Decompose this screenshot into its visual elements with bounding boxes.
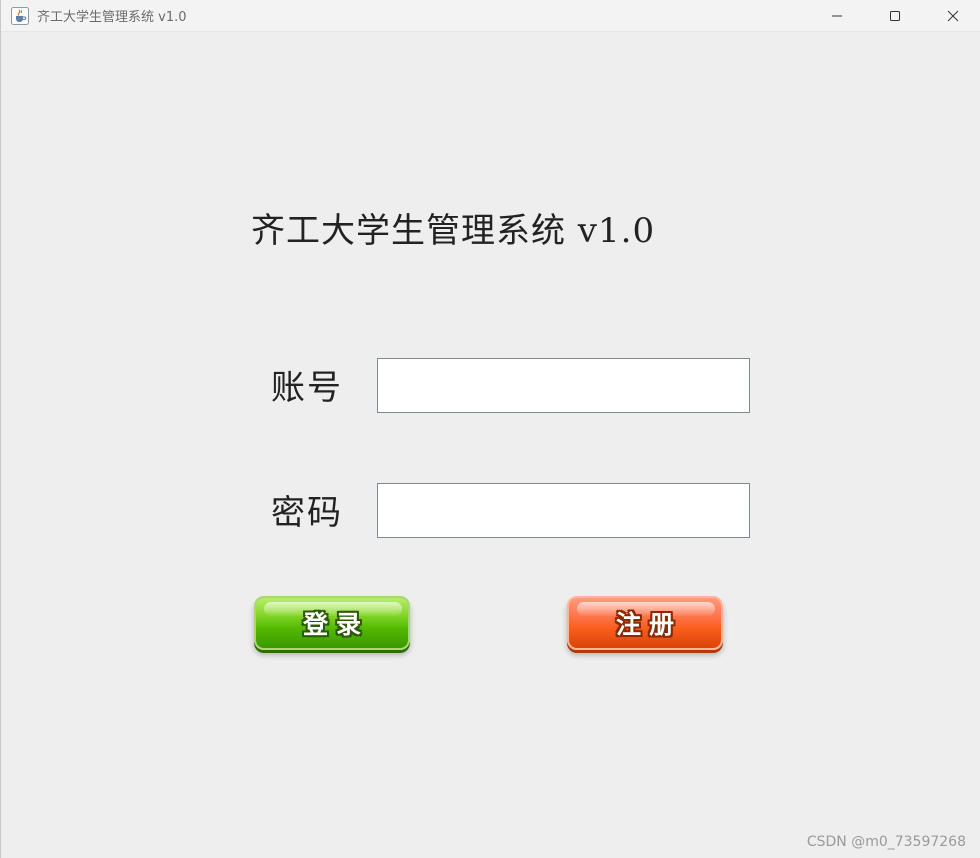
app-window: 齐工大学生管理系统 v1.0 齐工大学生管理系统 v1.0 账号 密码 登录 注… — [0, 0, 980, 858]
minimize-button[interactable] — [808, 0, 866, 31]
java-cup-icon — [11, 7, 29, 25]
page-title: 齐工大学生管理系统 v1.0 — [251, 211, 656, 251]
maximize-icon — [889, 10, 901, 22]
register-button-label: 注册 — [615, 610, 682, 639]
close-icon — [947, 10, 959, 22]
close-button[interactable] — [924, 0, 980, 31]
maximize-button[interactable] — [866, 0, 924, 31]
window-title: 齐工大学生管理系统 v1.0 — [37, 10, 187, 25]
account-label: 账号 — [271, 368, 343, 408]
register-button[interactable]: 注册 — [567, 596, 723, 650]
title-bar[interactable]: 齐工大学生管理系统 v1.0 — [1, 0, 980, 32]
login-button[interactable]: 登录 — [254, 596, 410, 650]
watermark: CSDN @m0_73597268 — [806, 834, 966, 850]
minimize-icon — [831, 10, 843, 22]
password-label: 密码 — [271, 493, 343, 533]
password-input[interactable] — [377, 483, 750, 538]
account-input[interactable] — [377, 358, 750, 413]
login-button-label: 登录 — [302, 610, 369, 639]
